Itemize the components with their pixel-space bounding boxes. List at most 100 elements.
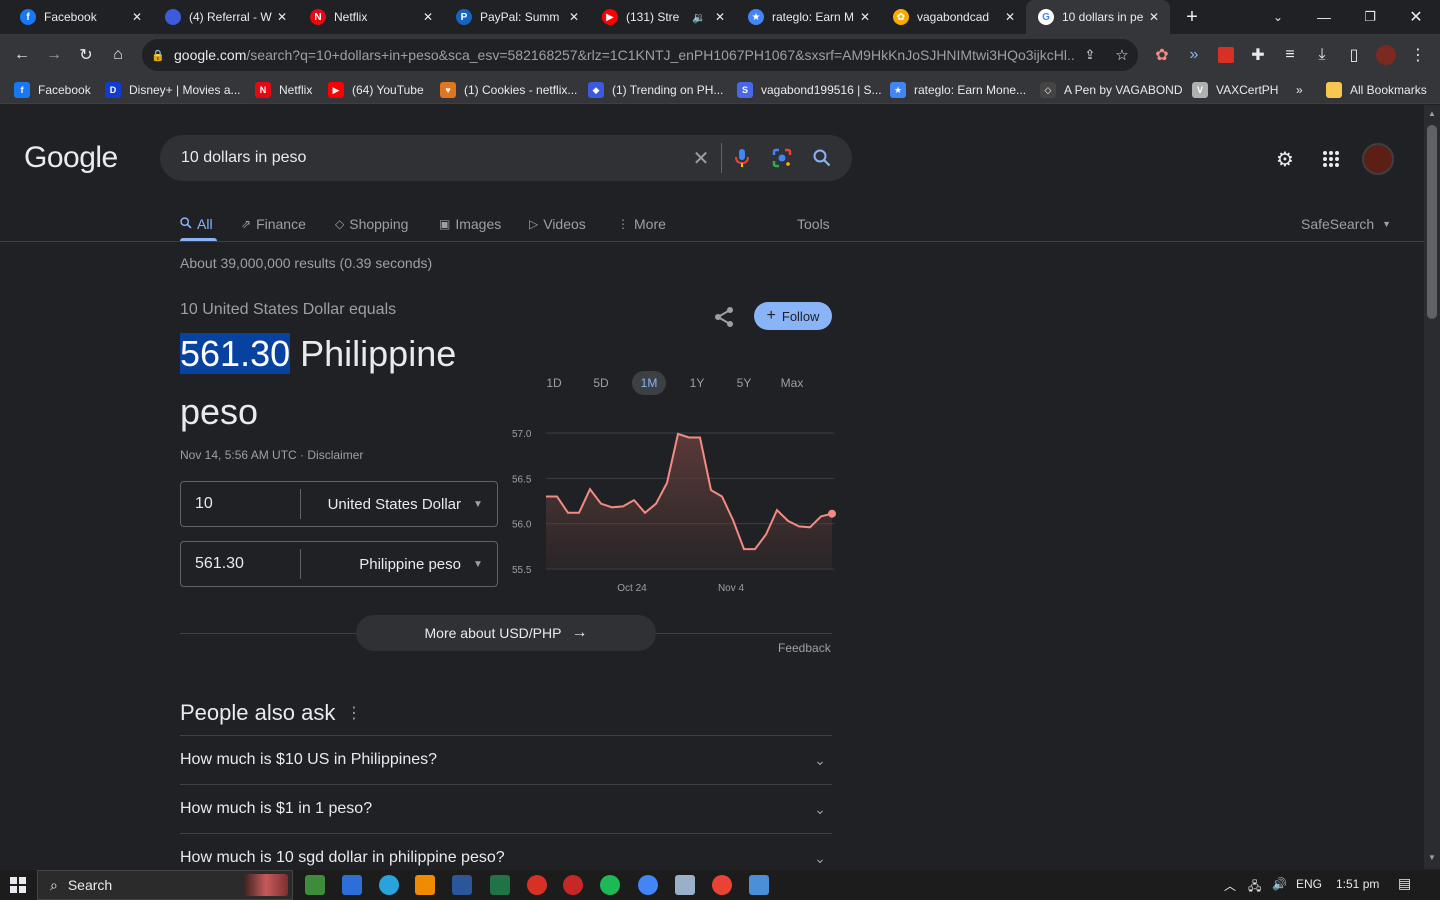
account-avatar[interactable] — [1362, 143, 1394, 175]
browser-tab[interactable]: ▶ (131) Stre 🔉 ✕ — [590, 0, 736, 34]
bookmark-item[interactable]: V VAXCertPH — [1192, 81, 1278, 99]
address-bar[interactable]: 🔒 google.com/search?q=10+dollars+in+peso… — [142, 39, 1138, 71]
taskbar-search[interactable]: ⌕ Search — [37, 870, 293, 900]
bookmark-item[interactable]: ◇ A Pen by VAGABOND — [1040, 81, 1183, 99]
bookmark-item[interactable]: ▶ (64) YouTube — [328, 81, 424, 99]
lock-icon[interactable]: 🔒 — [142, 49, 174, 62]
extension-icon[interactable]: » — [1182, 43, 1206, 67]
share-icon[interactable]: ⇪ — [1074, 47, 1106, 63]
restore-button[interactable]: ❐ — [1358, 5, 1382, 29]
word-icon[interactable] — [452, 875, 472, 895]
side-panel-icon[interactable]: ▯ — [1342, 43, 1366, 67]
from-amount-input[interactable]: 10 — [181, 489, 301, 519]
notepad-icon[interactable] — [675, 875, 695, 895]
chrome-icon[interactable] — [638, 875, 658, 895]
browser-tab[interactable]: ★ rateglo: Earn M ✕ — [736, 0, 881, 34]
app-icon[interactable] — [563, 875, 583, 895]
range-5y[interactable]: 5Y — [727, 371, 761, 395]
paint-icon[interactable] — [749, 875, 769, 895]
paa-question[interactable]: How much is 10 sgd dollar in philippine … — [180, 833, 832, 869]
search-box[interactable]: 10 dollars in peso ✕ — [160, 135, 852, 181]
puzzle-icon[interactable]: ✚ — [1246, 43, 1270, 67]
more-options-icon[interactable]: ⋮ — [346, 703, 362, 723]
range-1d[interactable]: 1D — [537, 371, 571, 395]
show-hidden-icons[interactable]: ︿ — [1224, 877, 1236, 894]
apps-grid-icon[interactable] — [1315, 145, 1347, 173]
tab-videos[interactable]: ▷ Videos — [529, 209, 586, 239]
bookmark-item[interactable]: All Bookmarks — [1326, 81, 1427, 99]
caret-down-icon[interactable]: ▼ — [473, 559, 497, 570]
range-1m[interactable]: 1M — [632, 371, 666, 395]
back-icon[interactable]: ← — [10, 43, 34, 67]
bookmarks-overflow-button[interactable]: » — [1296, 81, 1303, 99]
lens-icon[interactable] — [762, 135, 802, 181]
tools-button[interactable]: Tools — [797, 209, 830, 239]
close-tab-icon[interactable]: ✕ — [274, 10, 290, 24]
scroll-up-icon[interactable]: ▲ — [1428, 109, 1436, 118]
windows-start-icon[interactable] — [0, 870, 36, 900]
safesearch-button[interactable]: SafeSearch ▼ — [1301, 209, 1391, 239]
tab-shopping[interactable]: ◇ Shopping — [335, 209, 408, 239]
tab-all[interactable]: All — [180, 209, 213, 239]
tab-images[interactable]: ▣ Images — [439, 209, 501, 239]
chrome-icon[interactable] — [712, 875, 732, 895]
bookmark-item[interactable]: ◆ (1) Trending on PH... — [588, 81, 723, 99]
search-input[interactable]: 10 dollars in peso — [160, 149, 681, 167]
tab-search-button[interactable]: ⌄ — [1268, 5, 1288, 29]
browser-tab[interactable]: G 10 dollars in pe ✕ — [1026, 0, 1170, 34]
minimize-button[interactable]: — — [1312, 5, 1336, 29]
bookmark-star-icon[interactable]: ☆ — [1106, 46, 1138, 64]
tab-more[interactable]: ⋮ More — [617, 209, 666, 239]
feedback-link[interactable]: Feedback — [778, 641, 831, 655]
range-max[interactable]: Max — [775, 371, 809, 395]
telegram-icon[interactable] — [379, 875, 399, 895]
close-tab-icon[interactable]: ✕ — [712, 10, 728, 24]
chevron-down-icon[interactable]: ⌄ — [808, 752, 832, 769]
calendar-icon[interactable] — [342, 875, 362, 895]
bookmark-item[interactable]: D Disney+ | Movies a... — [105, 81, 241, 99]
spotify-icon[interactable] — [600, 875, 620, 895]
bookmark-item[interactable]: ★ rateglo: Earn Mone... — [890, 81, 1026, 99]
caret-down-icon[interactable]: ▼ — [473, 499, 497, 510]
bookmark-item[interactable]: N Netflix — [255, 81, 312, 99]
close-tab-icon[interactable]: ✕ — [1146, 10, 1162, 24]
close-tab-icon[interactable]: ✕ — [566, 10, 582, 24]
bookmark-item[interactable]: ♥ (1) Cookies - netflix... — [440, 81, 577, 99]
reload-icon[interactable]: ↻ — [74, 43, 98, 67]
language-indicator[interactable]: ENG — [1296, 877, 1322, 891]
chevron-down-icon[interactable]: ⌄ — [808, 801, 832, 818]
home-icon[interactable]: ⌂ — [106, 43, 130, 67]
search-icon[interactable] — [802, 135, 842, 181]
new-tab-button[interactable]: + — [1180, 5, 1204, 29]
close-tab-icon[interactable]: ✕ — [857, 10, 873, 24]
clear-icon[interactable]: ✕ — [681, 135, 721, 181]
extension-icon[interactable]: ✿ — [1150, 43, 1174, 67]
timestamp-disclaimer[interactable]: Nov 14, 5:56 AM UTC · Disclaimer — [180, 448, 363, 462]
app-icon[interactable] — [527, 875, 547, 895]
share-icon[interactable] — [712, 305, 740, 329]
chevron-down-icon[interactable]: ⌄ — [808, 850, 832, 867]
range-1y[interactable]: 1Y — [680, 371, 714, 395]
scrollbar-thumb[interactable] — [1427, 125, 1437, 319]
bookmark-item[interactable]: Svagabond199516 | S... — [737, 81, 882, 99]
paa-question[interactable]: How much is $10 US in Philippines? ⌄ — [180, 735, 832, 784]
browser-tab[interactable]: (4) Referral - W ✕ — [153, 0, 298, 34]
clock[interactable]: 1:51 pm — [1336, 877, 1379, 891]
notifications-icon[interactable]: ▤ — [1398, 875, 1411, 892]
vlc-icon[interactable] — [415, 875, 435, 895]
scroll-down-icon[interactable]: ▼ — [1428, 853, 1436, 862]
close-tab-icon[interactable]: ✕ — [1002, 10, 1018, 24]
range-5d[interactable]: 5D — [584, 371, 618, 395]
exchange-rate-chart[interactable]: 57.0 56.5 56.0 55.5 Oct 24 Nov 4 — [508, 421, 838, 597]
browser-tab[interactable]: f Facebook ✕ — [8, 0, 153, 34]
browser-tab[interactable]: ✿ vagabondcad ✕ — [881, 0, 1026, 34]
more-about-button[interactable]: More about USD/PHP → — [356, 615, 656, 651]
microphone-icon[interactable] — [722, 135, 762, 181]
close-window-button[interactable]: ✕ — [1404, 5, 1428, 29]
menu-icon[interactable]: ⋮ — [1406, 43, 1430, 67]
pdf-extension-icon[interactable] — [1214, 43, 1238, 67]
google-logo[interactable]: Google — [24, 141, 118, 175]
paa-question[interactable]: How much is $1 in 1 peso? ⌄ — [180, 784, 832, 833]
network-icon[interactable]: 🖧 — [1248, 877, 1261, 898]
media-icon[interactable]: ≡ — [1278, 43, 1302, 67]
